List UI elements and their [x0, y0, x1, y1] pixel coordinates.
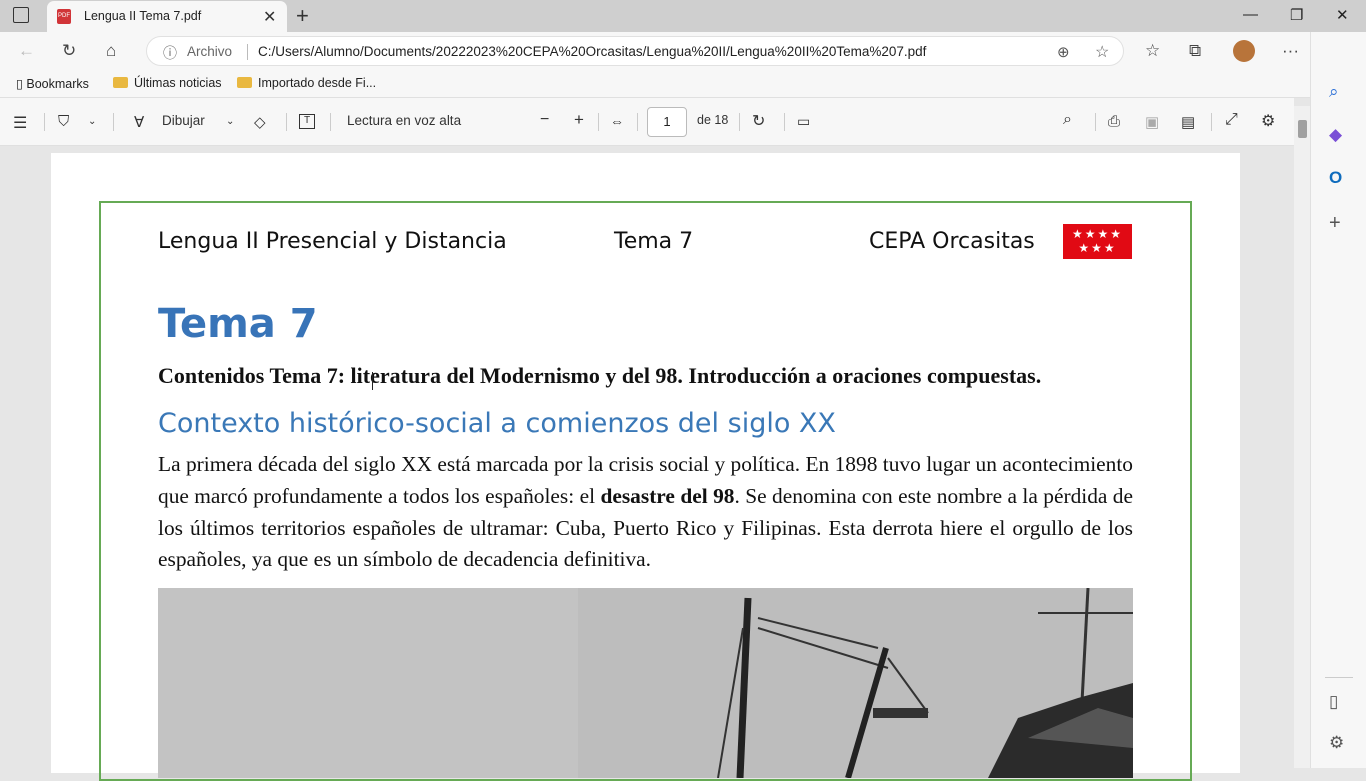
bookmark-label: Últimas noticias	[134, 76, 222, 90]
outlook-icon[interactable]: O	[1329, 168, 1342, 188]
toolbar-divider	[113, 113, 114, 131]
zoom-out-icon[interactable]: −	[540, 111, 549, 129]
body-paragraph: La primera década del siglo XX está marc…	[158, 449, 1133, 576]
save-icon[interactable]: ▣	[1145, 113, 1159, 131]
header-unit: Tema 7	[614, 229, 694, 254]
pdf-page: Lengua II Presencial y Distancia Tema 7 …	[51, 153, 1240, 781]
new-tab-button[interactable]: +	[296, 3, 309, 29]
folder-icon	[237, 77, 252, 88]
zoom-icon[interactable]: ⊕	[1057, 43, 1070, 61]
text-cursor	[372, 372, 378, 390]
chevron-down-icon[interactable]: ⌄	[226, 116, 234, 127]
sidebar-divider	[1325, 677, 1353, 678]
save-as-icon[interactable]: ▤	[1181, 113, 1195, 131]
tab-title: Lengua II Tema 7.pdf	[84, 9, 202, 23]
toolbar-divider	[598, 113, 599, 131]
chevron-down-icon[interactable]: ⌄	[88, 116, 96, 127]
sidebar-toggle-icon[interactable]: ▯	[1329, 692, 1338, 712]
address-bar[interactable]: ⓘ Archivo C:/Users/Alumno/Documents/2022…	[146, 36, 1124, 66]
toolbar-divider	[44, 113, 45, 131]
toolbar-divider	[286, 113, 287, 131]
bookmark-item-noticias[interactable]: Últimas noticias	[113, 76, 222, 90]
draw-icon[interactable]: ∀	[134, 113, 144, 131]
restore-button[interactable]: ❐	[1290, 6, 1303, 24]
bookmark-icon: ▯	[16, 77, 27, 91]
section-heading: Contexto histórico-social a comienzos de…	[158, 408, 836, 439]
toolbar-divider	[330, 113, 331, 131]
url-text[interactable]: C:/Users/Alumno/Documents/20222023%20CEP…	[258, 44, 926, 59]
text-icon[interactable]: T	[299, 114, 315, 129]
header-course: Lengua II Presencial y Distancia	[158, 229, 507, 254]
back-icon[interactable]: ←	[18, 41, 35, 61]
toolbar-divider	[637, 113, 638, 131]
vertical-scrollbar[interactable]	[1294, 106, 1310, 768]
copilot-icon[interactable]: ◆	[1329, 125, 1342, 145]
pdf-icon: PDF	[57, 9, 71, 24]
more-icon[interactable]: ···	[1282, 41, 1299, 61]
fullscreen-icon[interactable]: ⤢	[1225, 111, 1238, 129]
page-total: de 18	[697, 113, 729, 127]
avatar[interactable]	[1233, 40, 1255, 62]
bookmark-item-importado[interactable]: Importado desde Fi...	[237, 76, 376, 90]
draw-button[interactable]: Dibujar	[162, 113, 205, 128]
page-number-input[interactable]: 1	[647, 107, 687, 137]
read-aloud-button[interactable]: Lectura en voz alta	[347, 113, 461, 128]
bookmarks-bar: ▯ Bookmarks Últimas noticias Importado d…	[0, 70, 1310, 98]
fit-width-icon[interactable]: ⇔	[610, 113, 624, 129]
madrid-flag-logo: ★★★★ ★★★	[1063, 224, 1132, 259]
zoom-in-icon[interactable]: +	[574, 110, 584, 130]
rotate-icon[interactable]: ↻	[752, 111, 765, 131]
toolbar-divider	[739, 113, 740, 131]
tab-pdf[interactable]: PDF Lengua II Tema 7.pdf ✕	[47, 1, 287, 32]
header-school: CEPA Orcasitas	[869, 229, 1035, 254]
historical-photo	[158, 588, 1133, 778]
address-divider	[247, 44, 248, 60]
eraser-icon[interactable]: ◇	[254, 113, 266, 131]
print-icon[interactable]: ⎙	[1108, 113, 1120, 130]
collections-icon[interactable]: ⧉	[1189, 41, 1201, 61]
settings-icon[interactable]: ⚙	[1261, 111, 1275, 131]
bookmarks-label: Bookmarks	[26, 77, 89, 91]
ship-wreck-image	[158, 588, 1133, 778]
add-icon[interactable]: +	[1329, 212, 1341, 235]
navigation-bar: ← ↻ ⌂ ⓘ Archivo C:/Users/Alumno/Document…	[0, 32, 1366, 70]
add-favorite-icon[interactable]: ☆	[1095, 42, 1109, 62]
pdf-toolbar: ☰ ⛉ ⌄ ∀ Dibujar ⌄ ◇ T Lectura en voz alt…	[0, 98, 1294, 146]
title-bar: PDF Lengua II Tema 7.pdf ✕ + — ❐ ✕	[0, 0, 1366, 32]
page-view-icon[interactable]: ▭	[797, 113, 810, 130]
search-icon[interactable]: ⌕	[1329, 82, 1339, 102]
toolbar-divider	[1211, 113, 1212, 131]
highlight-icon[interactable]: ⛉	[58, 113, 69, 130]
minimize-button[interactable]: —	[1243, 6, 1258, 23]
bookmark-label: Importado desde Fi...	[258, 76, 377, 90]
contents-summary: Contenidos Tema 7: literatura del Modern…	[158, 363, 1042, 388]
close-window-button[interactable]: ✕	[1336, 6, 1349, 24]
bookmarks-button[interactable]: ▯ Bookmarks	[16, 76, 89, 91]
scheme-label: Archivo	[187, 44, 233, 59]
toolbar-divider	[784, 113, 785, 131]
favorites-icon[interactable]: ☆	[1145, 41, 1160, 61]
page-title: Tema 7	[158, 301, 318, 347]
scrollbar-thumb[interactable]	[1298, 120, 1307, 138]
search-icon[interactable]: ⌕	[1063, 111, 1072, 129]
gear-icon[interactable]: ⚙	[1329, 733, 1344, 753]
tab-actions-icon[interactable]	[13, 7, 29, 23]
edge-sidebar: ⌕ ◆ O + ▯ ⚙	[1310, 32, 1366, 768]
paragraph-bold-term: desastre del 98	[600, 483, 735, 508]
folder-icon	[113, 77, 128, 88]
contents-list-icon[interactable]: ☰	[13, 113, 27, 133]
toolbar-divider	[1095, 113, 1096, 131]
refresh-icon[interactable]: ↻	[62, 41, 76, 61]
close-icon[interactable]: ✕	[263, 7, 276, 27]
home-icon[interactable]: ⌂	[106, 41, 116, 61]
info-icon[interactable]: ⓘ	[163, 43, 177, 63]
